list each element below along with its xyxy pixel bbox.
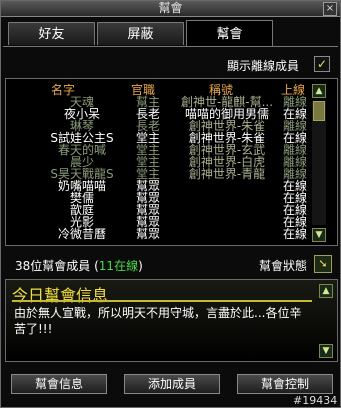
member-scrollbar[interactable]: ▲ ▼	[312, 84, 326, 244]
open-paren: (	[90, 259, 99, 273]
guild-window: 幫會 × 好友 屏蔽 幫會 顯示離線成員 ✓ 名字 官職 稱號 上線 天魂 幫主創…	[0, 0, 341, 408]
add-member-button[interactable]: 添加成員	[124, 374, 220, 394]
tab-friends-label: 好友	[38, 27, 65, 42]
online-word: 在線	[114, 259, 139, 273]
scroll-track[interactable]	[312, 101, 326, 225]
member-count: 38位幫會成員 (11在線)	[15, 257, 143, 274]
tab-guild[interactable]: 幫會	[186, 20, 273, 47]
member-count-text: 38位幫會成員	[15, 259, 91, 273]
window-title: 幫會	[158, 1, 183, 15]
guild-status-label: 幫會狀態	[259, 259, 308, 273]
online-count: 11	[98, 259, 115, 273]
tab-friends[interactable]: 好友	[8, 22, 95, 45]
message-scroll-up-icon[interactable]: ▲	[319, 284, 333, 298]
tab-blocked-label: 屏蔽	[127, 27, 154, 42]
message-scrollbar[interactable]: ▲ ▼	[319, 284, 333, 358]
daily-message-box: 今日幫會信息 由於無人宣戰，所以明天不用守城，言盡於此...各位辛苦了!!! ▲…	[5, 279, 338, 362]
add-member-label: 添加成員	[147, 377, 196, 391]
tab-divider	[3, 46, 338, 47]
title-bar[interactable]: 幫會 ×	[1, 1, 340, 17]
message-scroll-down-icon[interactable]: ▼	[319, 344, 333, 358]
guild-status-button[interactable]: ➘	[314, 255, 332, 273]
daily-message-text: 由於無人宣戰，所以明天不用守城，言盡於此...各位辛苦了!!!	[14, 306, 302, 336]
show-offline-checkbox[interactable]: ✓	[314, 56, 330, 72]
scroll-up-icon[interactable]: ▲	[312, 84, 326, 98]
member-rank: 幫眾	[135, 227, 160, 241]
guild-info-button[interactable]: 幫會信息	[11, 374, 107, 394]
daily-message-underline	[12, 300, 312, 302]
tab-guild-label: 幫會	[216, 27, 243, 42]
guild-control-button[interactable]: 幫會控制	[237, 374, 333, 394]
guild-control-label: 幫會控制	[260, 377, 309, 391]
daily-message-header: 今日幫會信息	[12, 286, 109, 305]
member-row[interactable]: 冷微昔曆 幫眾 在線	[5, 227, 338, 241]
guild-info-label: 幫會信息	[34, 377, 83, 391]
close-paren: )	[138, 259, 143, 273]
scroll-thumb[interactable]	[313, 101, 325, 121]
checkmark-icon: ✓	[316, 57, 328, 71]
member-name: 冷微昔曆	[57, 227, 106, 241]
offline-toggle-label: 顯示離線成員	[227, 59, 300, 73]
arrow-right-icon: ➘	[318, 257, 328, 270]
tab-blocked[interactable]: 屏蔽	[97, 22, 184, 45]
footer-id: #19434	[293, 394, 338, 407]
close-icon[interactable]: ×	[323, 2, 337, 16]
scroll-down-icon[interactable]: ▼	[312, 228, 326, 242]
